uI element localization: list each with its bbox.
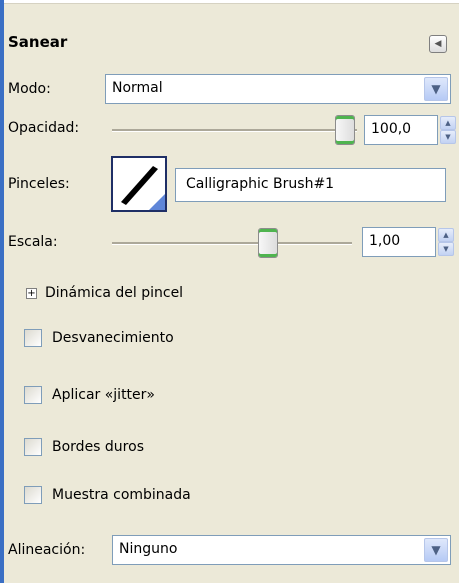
scale-slider-handle[interactable]: [258, 228, 278, 258]
scale-spinbox[interactable]: 1,00 ▲ ▼: [362, 227, 454, 257]
fade-checkbox[interactable]: [24, 329, 42, 347]
brush-preview-button[interactable]: [111, 156, 167, 212]
scale-slider-track[interactable]: [112, 242, 352, 245]
mode-label: Modo:: [8, 81, 51, 97]
hard-edges-label: Bordes duros: [52, 439, 144, 455]
scale-value: 1,00: [369, 233, 401, 249]
opacity-slider-track[interactable]: [112, 129, 357, 132]
opacity-spinbox[interactable]: 100,0 ▲ ▼: [364, 115, 456, 145]
alignment-select[interactable]: Ninguno ▼: [112, 535, 451, 565]
spin-up-icon[interactable]: ▲: [438, 228, 454, 242]
spin-down-icon[interactable]: ▼: [440, 130, 456, 144]
hard-edges-checkbox[interactable]: [24, 438, 42, 456]
chevron-down-icon[interactable]: ▼: [424, 538, 448, 562]
spin-up-icon[interactable]: ▲: [440, 116, 456, 130]
brush-corner-indicator: [149, 194, 165, 210]
opacity-label: Opacidad:: [8, 120, 80, 136]
opacity-slider-handle[interactable]: [335, 115, 355, 145]
brush-label: Pinceles:: [8, 176, 70, 192]
panel-title: Sanear: [8, 33, 68, 51]
jitter-checkbox-row[interactable]: Aplicar «jitter»: [24, 386, 155, 404]
fade-checkbox-row[interactable]: Desvanecimiento: [24, 329, 174, 347]
panel-header: Sanear: [8, 33, 451, 51]
sample-merged-label: Muestra combinada: [52, 487, 191, 503]
alignment-value: Ninguno: [119, 541, 178, 557]
panel-left-border: [0, 0, 4, 583]
jitter-label: Aplicar «jitter»: [52, 387, 155, 403]
triangle-left-icon[interactable]: ◀: [429, 35, 447, 53]
hard-edges-checkbox-row[interactable]: Bordes duros: [24, 438, 144, 456]
chevron-down-icon[interactable]: ▼: [424, 77, 448, 101]
brush-dynamics-label: Dinámica del pincel: [45, 285, 184, 301]
opacity-value: 100,0: [371, 121, 412, 137]
jitter-checkbox[interactable]: [24, 386, 42, 404]
plus-icon[interactable]: +: [26, 287, 37, 299]
brush-dynamics-expander[interactable]: + Dinámica del pincel: [26, 285, 183, 301]
brush-name-field[interactable]: Calligraphic Brush#1: [175, 168, 446, 202]
scale-spin-buttons[interactable]: ▲ ▼: [438, 228, 454, 256]
scale-label: Escala:: [8, 234, 58, 250]
sample-merged-checkbox[interactable]: [24, 486, 42, 504]
sample-merged-checkbox-row[interactable]: Muestra combinada: [24, 486, 191, 504]
mode-select[interactable]: Normal ▼: [105, 74, 451, 104]
mode-value: Normal: [112, 80, 163, 96]
panel-top-border: [4, 0, 459, 4]
opacity-spin-buttons[interactable]: ▲ ▼: [440, 116, 456, 144]
spin-down-icon[interactable]: ▼: [438, 242, 454, 256]
alignment-label: Alineación:: [8, 542, 86, 558]
fade-label: Desvanecimiento: [52, 330, 174, 346]
brush-name: Calligraphic Brush#1: [186, 176, 335, 192]
